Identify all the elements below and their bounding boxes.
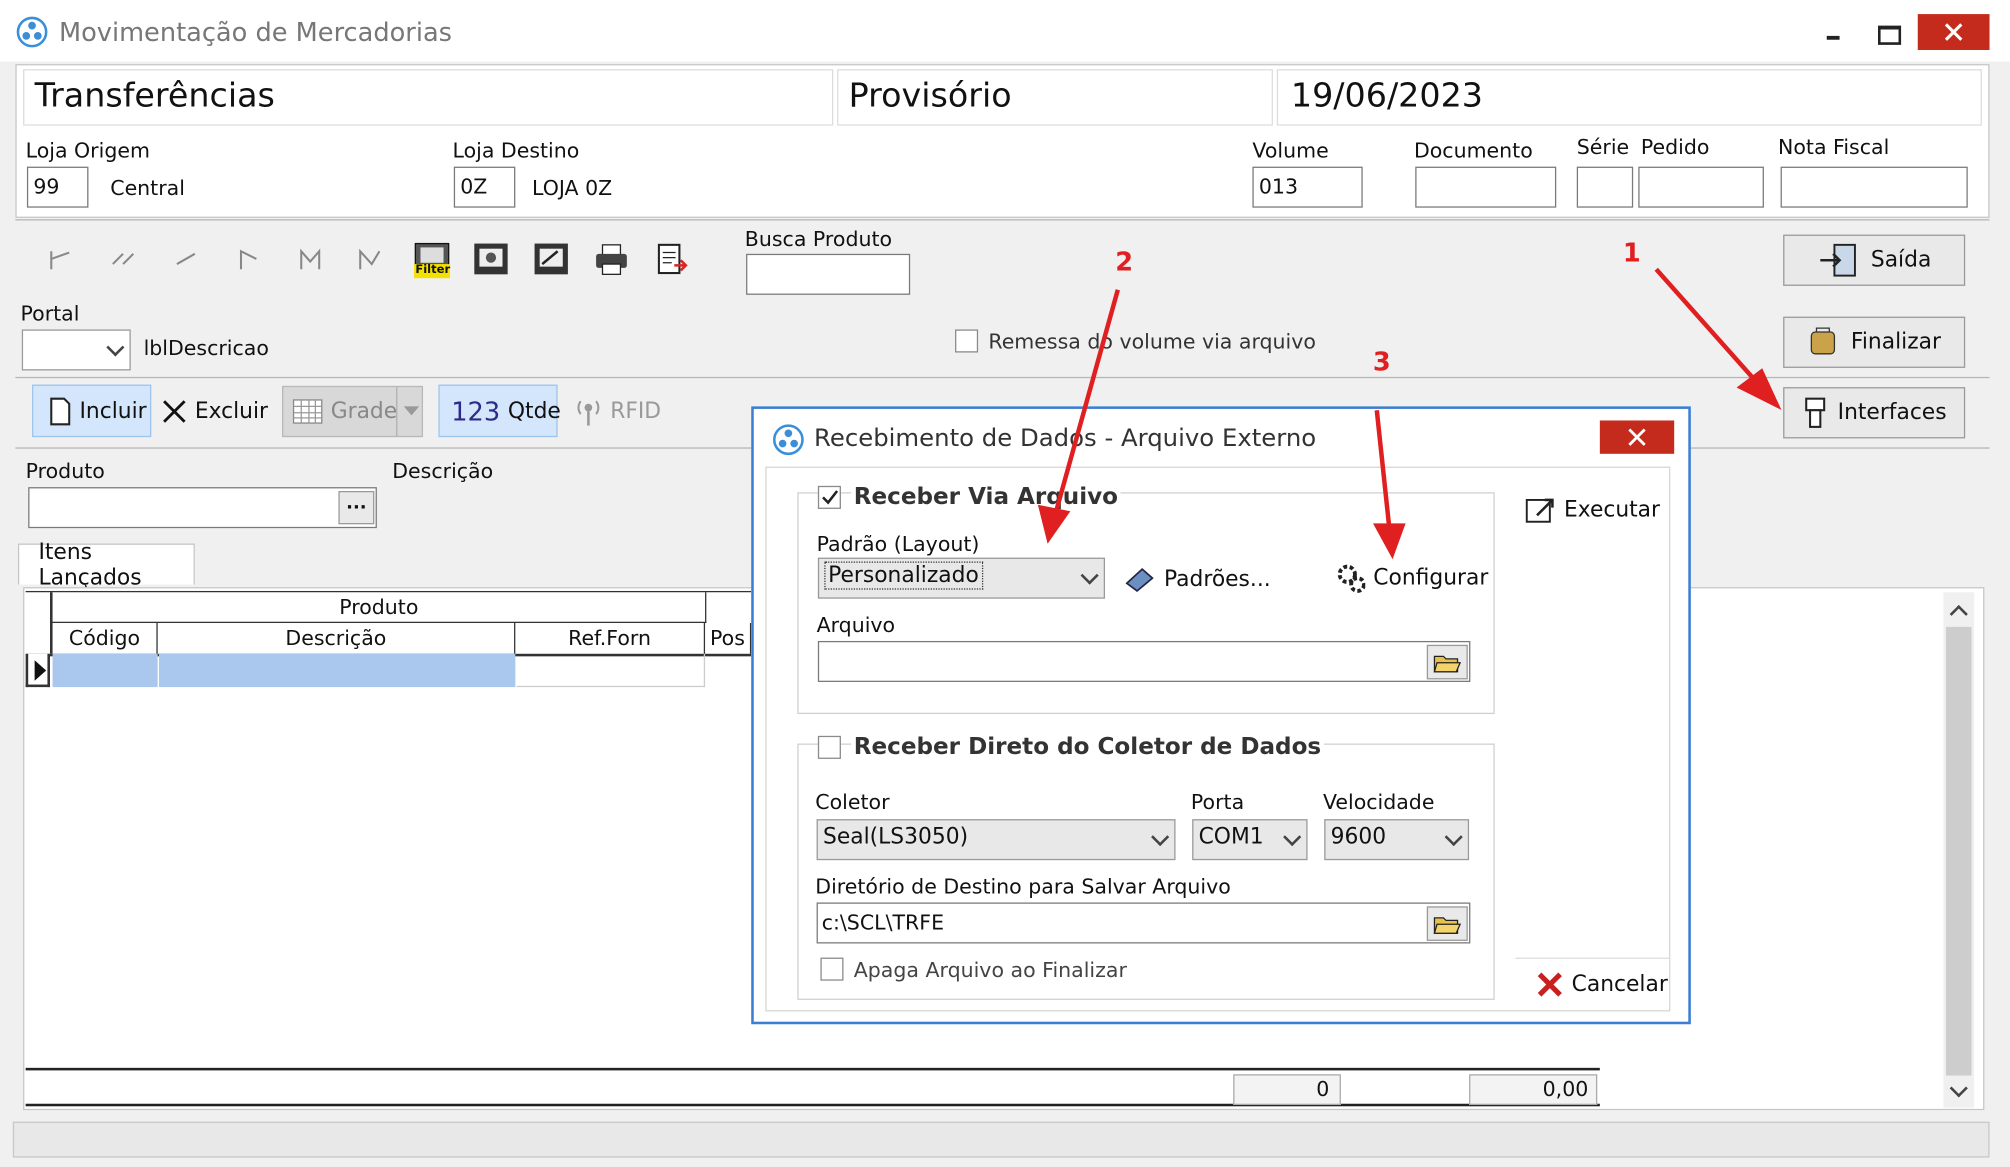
annotation-arrowhead-2 <box>1037 504 1071 544</box>
app-window: Movimentação de Mercadorias Transferênci… <box>0 0 2010 1167</box>
annotation-arrow-3 <box>1374 409 1392 531</box>
annotation-arrows <box>1037 267 1782 560</box>
annotation-arrowhead-1 <box>1736 368 1782 410</box>
annotation-arrowhead-3 <box>1373 523 1406 560</box>
annotation-number-2: 2 <box>1115 246 1134 277</box>
annotation-number-3: 3 <box>1372 346 1391 377</box>
annotation-arrow-2 <box>1052 289 1120 516</box>
annotation-arrow-1 <box>1654 267 1761 387</box>
annotation-number-1: 1 <box>1622 237 1641 268</box>
